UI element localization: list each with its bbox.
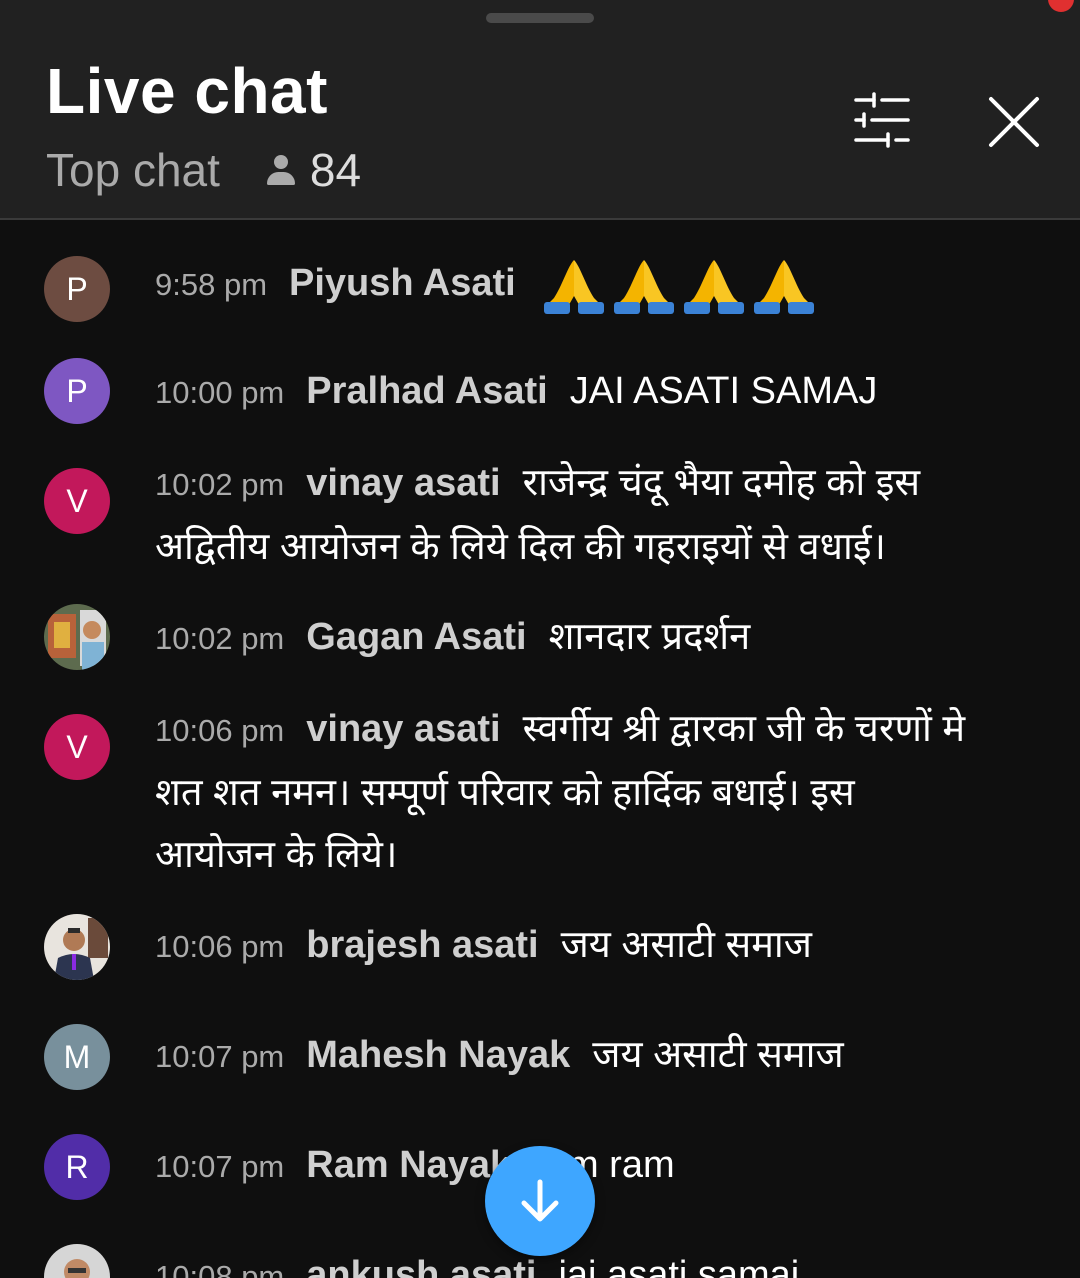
tune-sliders-icon[interactable] bbox=[852, 92, 912, 148]
message-content: 10:00 pm Pralhad Asati JAI ASATI SAMAJ bbox=[155, 360, 985, 424]
message-content: 10:07 pm Mahesh Nayak जय असाटी समाज bbox=[155, 1024, 985, 1088]
message-time: 9:58 pm bbox=[155, 267, 268, 302]
folded-hands-icon bbox=[543, 259, 604, 314]
message-time: 10:06 pm bbox=[155, 713, 285, 748]
message-text: JAI ASATI SAMAJ bbox=[569, 370, 878, 412]
message-time: 10:02 pm bbox=[155, 621, 285, 656]
chat-message-list[interactable]: P 9:58 pm Piyush Asati P 10:00 pm Pralhad … bbox=[0, 222, 1080, 1278]
viewer-count-group: 84 bbox=[266, 143, 361, 197]
user-photo-icon bbox=[44, 1244, 110, 1278]
chat-mode-row: Top chat 84 bbox=[46, 143, 361, 197]
message-author[interactable]: Piyush Asati bbox=[289, 262, 516, 304]
message-content: 10:06 pm vinay asati स्वर्गीय श्री द्वारका… bbox=[155, 698, 985, 886]
avatar[interactable] bbox=[44, 1244, 110, 1278]
avatar-letter: V bbox=[66, 482, 88, 519]
chat-mode-selector[interactable]: Top chat bbox=[46, 143, 220, 197]
user-photo-icon bbox=[44, 914, 110, 980]
arrow-down-icon bbox=[521, 1179, 559, 1222]
notification-dot bbox=[1048, 0, 1074, 12]
page-title: Live chat bbox=[46, 55, 328, 127]
avatar-letter: R bbox=[65, 1148, 89, 1185]
message-author[interactable]: Gagan Asati bbox=[306, 616, 526, 658]
drag-handle[interactable] bbox=[486, 13, 594, 23]
message-author[interactable]: vinay asati bbox=[306, 708, 500, 750]
avatar-letter: P bbox=[66, 270, 88, 307]
message-time: 10:07 pm bbox=[155, 1039, 285, 1074]
avatar[interactable]: R bbox=[44, 1134, 110, 1200]
message-time: 10:02 pm bbox=[155, 467, 285, 502]
folded-hands-emoji-group bbox=[542, 256, 816, 314]
message-author[interactable]: vinay asati bbox=[306, 462, 500, 504]
avatar[interactable] bbox=[44, 604, 110, 670]
message-content: 10:06 pm brajesh asati जय असाटी समाज bbox=[155, 914, 985, 978]
message-time: 10:08 pm bbox=[155, 1259, 285, 1278]
message-author[interactable]: ankush asati bbox=[306, 1254, 536, 1278]
avatar-letter: V bbox=[66, 728, 88, 765]
message-author[interactable]: brajesh asati bbox=[306, 924, 538, 966]
message-time: 10:07 pm bbox=[155, 1149, 285, 1184]
avatar[interactable]: M bbox=[44, 1024, 110, 1090]
avatar[interactable]: P bbox=[44, 358, 110, 424]
message-content: 10:08 pm ankush asati jai asati samaj bbox=[155, 1244, 985, 1278]
message-text: jai asati samaj bbox=[558, 1254, 800, 1278]
message-author[interactable]: Mahesh Nayak bbox=[306, 1034, 570, 1076]
avatar-letter: M bbox=[63, 1038, 91, 1075]
person-icon bbox=[266, 153, 296, 187]
folded-hands-icon bbox=[613, 259, 674, 314]
message-text: जय असाटी समाज bbox=[592, 1034, 844, 1076]
avatar-letter: P bbox=[66, 372, 88, 409]
message-text: शानदार प्रदर्शन bbox=[548, 616, 751, 658]
message-text: जय असाटी समाज bbox=[560, 924, 812, 966]
message-author[interactable]: Ram Nayak bbox=[306, 1144, 511, 1186]
message-time: 10:06 pm bbox=[155, 929, 285, 964]
folded-hands-icon bbox=[753, 259, 814, 314]
viewer-count: 84 bbox=[309, 144, 362, 196]
message-author[interactable]: Pralhad Asati bbox=[306, 370, 547, 412]
live-chat-header: Live chat Top chat 84 bbox=[0, 0, 1080, 220]
avatar[interactable]: V bbox=[44, 468, 110, 534]
message-content: 9:58 pm Piyush Asati bbox=[155, 252, 985, 316]
user-photo-icon bbox=[44, 604, 110, 670]
message-content: 10:02 pm Gagan Asati शानदार प्रदर्शन bbox=[155, 606, 985, 670]
avatar[interactable] bbox=[44, 914, 110, 980]
close-icon[interactable] bbox=[982, 90, 1046, 154]
folded-hands-icon bbox=[683, 259, 744, 314]
scroll-to-bottom-button[interactable] bbox=[485, 1146, 595, 1256]
message-time: 10:00 pm bbox=[155, 375, 285, 410]
message-content: 10:02 pm vinay asati राजेन्द्र चंदू भैया द… bbox=[155, 452, 985, 578]
avatar[interactable]: V bbox=[44, 714, 110, 780]
avatar[interactable]: P bbox=[44, 256, 110, 322]
